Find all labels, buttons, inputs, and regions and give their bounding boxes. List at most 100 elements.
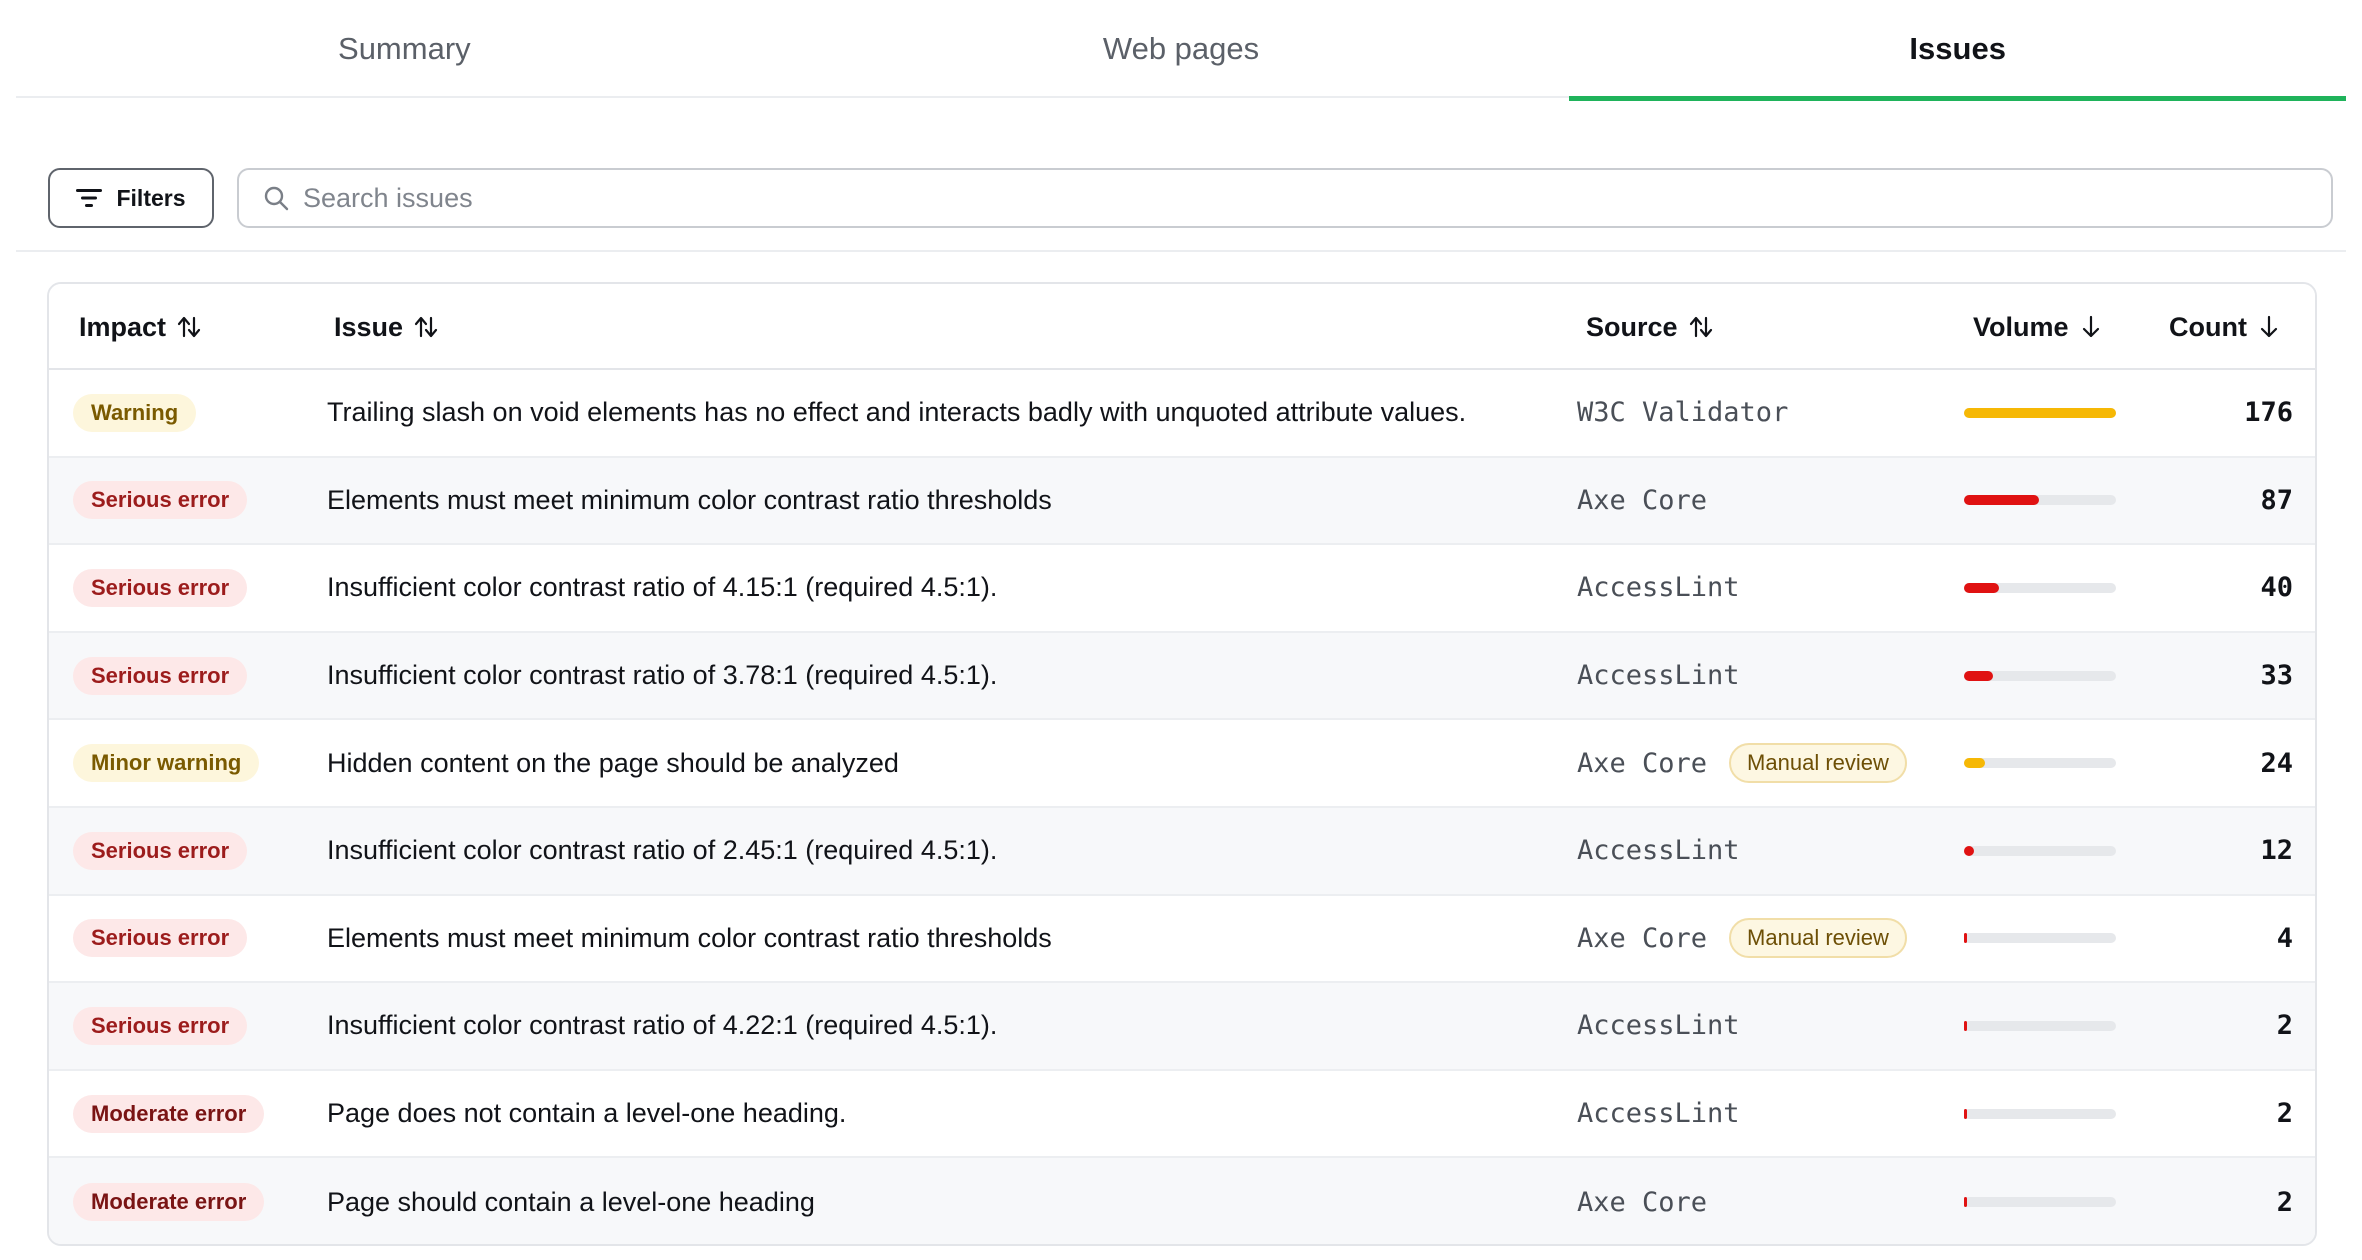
column-header-count[interactable]: Count — [2169, 284, 2281, 370]
source-cell: AccessLint — [1577, 545, 1740, 631]
source-cell: Axe Core — [1577, 1158, 1707, 1244]
count-value: 4 — [2276, 922, 2293, 954]
table-row[interactable]: Minor warning Hidden content on the page … — [49, 720, 2315, 808]
search-input[interactable] — [303, 182, 2203, 214]
volume-bar-track — [1964, 670, 2116, 681]
sort-arrows-icon — [177, 316, 201, 338]
column-header-label: Source — [1586, 311, 1678, 342]
sort-arrows-icon — [414, 316, 438, 338]
impact-badge: Moderate error — [73, 1183, 265, 1222]
count-value: 2 — [2276, 1010, 2293, 1042]
impact-cell: Warning — [73, 370, 197, 456]
table-row[interactable]: Moderate error Page does not contain a le… — [49, 1070, 2315, 1159]
table-row[interactable]: Serious error Insufficient color contrast… — [49, 983, 2315, 1071]
issue-title[interactable]: Insufficient color contrast ratio of 3.7… — [327, 633, 997, 719]
filters-label: Filters — [116, 184, 186, 211]
source-cell: AccessLint — [1577, 983, 1740, 1069]
issue-title[interactable]: Insufficient color contrast ratio of 4.1… — [327, 545, 997, 631]
volume-bar-track — [1964, 933, 2116, 944]
source-cell: AccessLint — [1577, 633, 1740, 719]
impact-badge: Serious error — [73, 919, 248, 958]
tab-issues[interactable]: Issues — [1569, 0, 2346, 101]
table-body: Warning Trailing slash on void elements h… — [49, 370, 2315, 1244]
impact-cell: Serious error — [73, 458, 248, 544]
table-row[interactable]: Serious error Insufficient color contrast… — [49, 545, 2315, 633]
impact-badge: Warning — [73, 393, 197, 432]
issue-title[interactable]: Page does not contain a level-one headin… — [327, 1071, 846, 1157]
search-icon — [264, 186, 289, 211]
table-row[interactable]: Serious error Insufficient color contrast… — [49, 807, 2315, 896]
volume-cell — [1964, 458, 2116, 544]
column-header-impact[interactable]: Impact — [79, 284, 202, 370]
impact-badge: Serious error — [73, 656, 248, 695]
volume-bar-fill — [1964, 933, 1967, 944]
toolbar: Filters — [16, 98, 2346, 252]
impact-cell: Serious error — [73, 808, 248, 894]
table-row[interactable]: Serious error Insufficient color contrast… — [49, 632, 2315, 721]
column-header-label: Count — [2169, 311, 2247, 342]
tab-summary[interactable]: Summary — [16, 0, 793, 98]
search-box[interactable] — [237, 168, 2333, 228]
volume-bar-fill — [1964, 1108, 1967, 1119]
column-header-issue[interactable]: Issue — [334, 284, 439, 370]
table-row[interactable]: Warning Trailing slash on void elements h… — [49, 370, 2315, 458]
issue-title[interactable]: Page should contain a level-one heading — [327, 1158, 815, 1244]
filters-button[interactable]: Filters — [48, 168, 214, 228]
volume-bar-track — [1964, 582, 2116, 593]
table-row[interactable]: Serious error Elements must meet minimum … — [49, 895, 2315, 984]
impact-cell: Moderate error — [73, 1071, 265, 1157]
volume-cell — [1964, 896, 2116, 982]
table-header: Impact Issue Source Volume Count — [49, 284, 2315, 370]
volume-bar-fill — [1964, 582, 1999, 593]
volume-bar-fill — [1964, 670, 1993, 681]
volume-cell — [1964, 545, 2116, 631]
source-cell: Axe Core Manual review — [1577, 720, 1907, 806]
filter-lines-icon — [76, 189, 103, 207]
source-name: AccessLint — [1577, 572, 1740, 604]
table-row[interactable]: Serious error Elements must meet minimum … — [49, 457, 2315, 546]
volume-cell — [1964, 983, 2116, 1069]
tab-web-pages[interactable]: Web pages — [793, 0, 1570, 98]
issue-title[interactable]: Insufficient color contrast ratio of 4.2… — [327, 983, 997, 1069]
issues-page: Summary Web pages Issues Filters Impact — [0, 0, 2362, 1260]
issue-title[interactable]: Insufficient color contrast ratio of 2.4… — [327, 808, 997, 894]
volume-bar-track — [1964, 407, 2116, 418]
table-row[interactable]: Moderate error Page should contain a leve… — [49, 1158, 2315, 1244]
volume-bar-fill — [1964, 1020, 1967, 1031]
impact-badge: Serious error — [73, 568, 248, 607]
arrow-down-icon — [2260, 315, 2278, 338]
volume-bar-track — [1964, 1020, 2116, 1031]
volume-bar-track — [1964, 495, 2116, 506]
count-value: 2 — [2276, 1098, 2293, 1130]
impact-cell: Serious error — [73, 633, 248, 719]
column-header-source[interactable]: Source — [1586, 284, 1714, 370]
source-name: Axe Core — [1577, 922, 1708, 954]
manual-review-badge: Manual review — [1729, 918, 1907, 959]
impact-badge: Minor warning — [73, 744, 260, 783]
volume-bar-track — [1964, 845, 2116, 856]
count-value: 40 — [2260, 572, 2293, 604]
volume-bar-track — [1964, 758, 2116, 769]
tab-bar: Summary Web pages Issues — [16, 0, 2346, 101]
volume-bar-fill — [1964, 1197, 1967, 1208]
issue-title[interactable]: Hidden content on the page should be ana… — [327, 720, 899, 806]
column-header-label: Issue — [334, 311, 404, 342]
volume-bar-track — [1964, 1108, 2116, 1119]
source-name: AccessLint — [1577, 835, 1740, 867]
impact-badge: Serious error — [73, 1006, 248, 1045]
volume-cell — [1964, 370, 2116, 456]
impact-cell: Serious error — [73, 896, 248, 982]
impact-cell: Minor warning — [73, 720, 260, 806]
source-name: W3C Validator — [1577, 397, 1789, 429]
count-value: 87 — [2260, 484, 2293, 516]
volume-cell — [1964, 720, 2116, 806]
volume-bar-fill — [1964, 758, 1985, 769]
issue-title[interactable]: Elements must meet minimum color contras… — [327, 896, 1052, 982]
impact-cell: Serious error — [73, 983, 248, 1069]
column-header-volume[interactable]: Volume — [1973, 284, 2103, 370]
issue-title[interactable]: Trailing slash on void elements has no e… — [327, 370, 1466, 456]
volume-bar-fill — [1964, 407, 2116, 418]
count-value: 33 — [2260, 660, 2293, 692]
impact-cell: Moderate error — [73, 1158, 265, 1244]
issue-title[interactable]: Elements must meet minimum color contras… — [327, 458, 1052, 544]
